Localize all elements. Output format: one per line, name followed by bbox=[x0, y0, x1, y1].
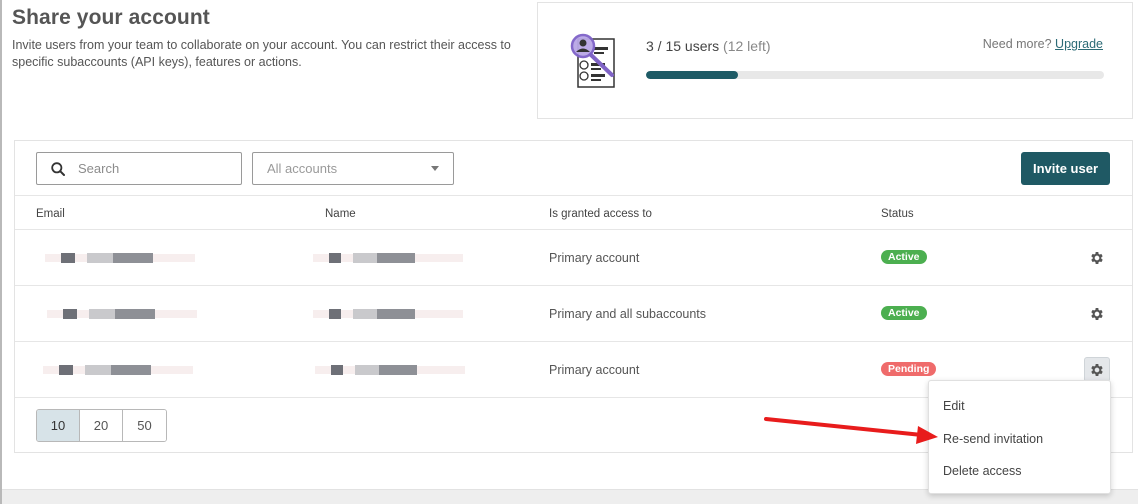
redacted-name bbox=[313, 253, 463, 265]
menu-item-delete-access[interactable]: Delete access bbox=[943, 464, 1022, 478]
search-input[interactable] bbox=[78, 161, 228, 176]
status-badge: Pending bbox=[881, 362, 937, 376]
upgrade-link[interactable]: Upgrade bbox=[1055, 37, 1103, 51]
column-header-email[interactable]: Email bbox=[36, 208, 65, 220]
column-header-name[interactable]: Name bbox=[325, 208, 356, 220]
menu-item-resend-invitation[interactable]: Re-send invitation bbox=[943, 432, 1043, 446]
gear-icon bbox=[1091, 363, 1103, 376]
user-list-search-icon bbox=[570, 33, 615, 88]
user-count-text: 3 / 15 users bbox=[646, 38, 720, 54]
row-actions-menu: Edit Re-send invitation Delete access bbox=[928, 380, 1111, 494]
gear-icon bbox=[1091, 251, 1103, 264]
user-count: 3 / 15 users (12 left) bbox=[646, 38, 771, 54]
redacted-email bbox=[45, 253, 195, 265]
page-title: Share your account bbox=[12, 6, 210, 29]
user-quota-progress bbox=[646, 71, 1104, 79]
usage-card: 3 / 15 users (12 left) Need more? Upgrad… bbox=[537, 2, 1133, 119]
menu-item-edit[interactable]: Edit bbox=[943, 399, 965, 413]
users-toolbar: All accounts Invite user bbox=[15, 141, 1132, 196]
page-size-20[interactable]: 20 bbox=[80, 410, 123, 441]
gear-icon bbox=[1091, 307, 1103, 320]
users-left-text: (12 left) bbox=[723, 38, 771, 54]
row-settings-button[interactable] bbox=[1084, 245, 1110, 270]
table-row[interactable]: Primary and all subaccounts Active bbox=[15, 286, 1132, 342]
search-field[interactable] bbox=[36, 152, 242, 185]
page-size-10[interactable]: 10 bbox=[37, 410, 80, 441]
access-cell: Primary and all subaccounts bbox=[549, 307, 707, 321]
chevron-down-icon bbox=[431, 166, 439, 171]
need-more-text: Need more? bbox=[982, 37, 1052, 51]
column-header-status[interactable]: Status bbox=[881, 208, 914, 220]
need-more: Need more? Upgrade bbox=[983, 37, 1103, 51]
page-size-50[interactable]: 50 bbox=[123, 410, 166, 441]
redacted-email bbox=[43, 365, 193, 377]
table-header: Email Name Is granted access to Status bbox=[15, 196, 1132, 230]
table-row[interactable]: Primary account Active bbox=[15, 230, 1132, 286]
status-badge: Active bbox=[881, 306, 927, 320]
annotation-arrow-icon bbox=[764, 417, 938, 444]
row-settings-button[interactable] bbox=[1084, 357, 1110, 382]
accounts-select-value: All accounts bbox=[267, 161, 338, 176]
redacted-email bbox=[47, 309, 197, 321]
invite-user-button[interactable]: Invite user bbox=[1021, 152, 1110, 185]
search-icon bbox=[51, 161, 65, 176]
column-header-access[interactable]: Is granted access to bbox=[549, 208, 652, 220]
redacted-name bbox=[315, 365, 465, 377]
status-badge: Active bbox=[881, 250, 927, 264]
access-cell: Primary account bbox=[549, 251, 640, 265]
user-quota-progress-fill bbox=[646, 71, 738, 79]
page-size-selector: 10 20 50 bbox=[36, 409, 167, 442]
row-settings-button[interactable] bbox=[1084, 301, 1110, 326]
accounts-select[interactable]: All accounts bbox=[252, 152, 454, 185]
page-header: Share your account Invite users from you… bbox=[12, 6, 522, 71]
page-description: Invite users from your team to collabora… bbox=[12, 38, 511, 69]
access-cell: Primary account bbox=[549, 363, 640, 377]
redacted-name bbox=[313, 309, 463, 321]
